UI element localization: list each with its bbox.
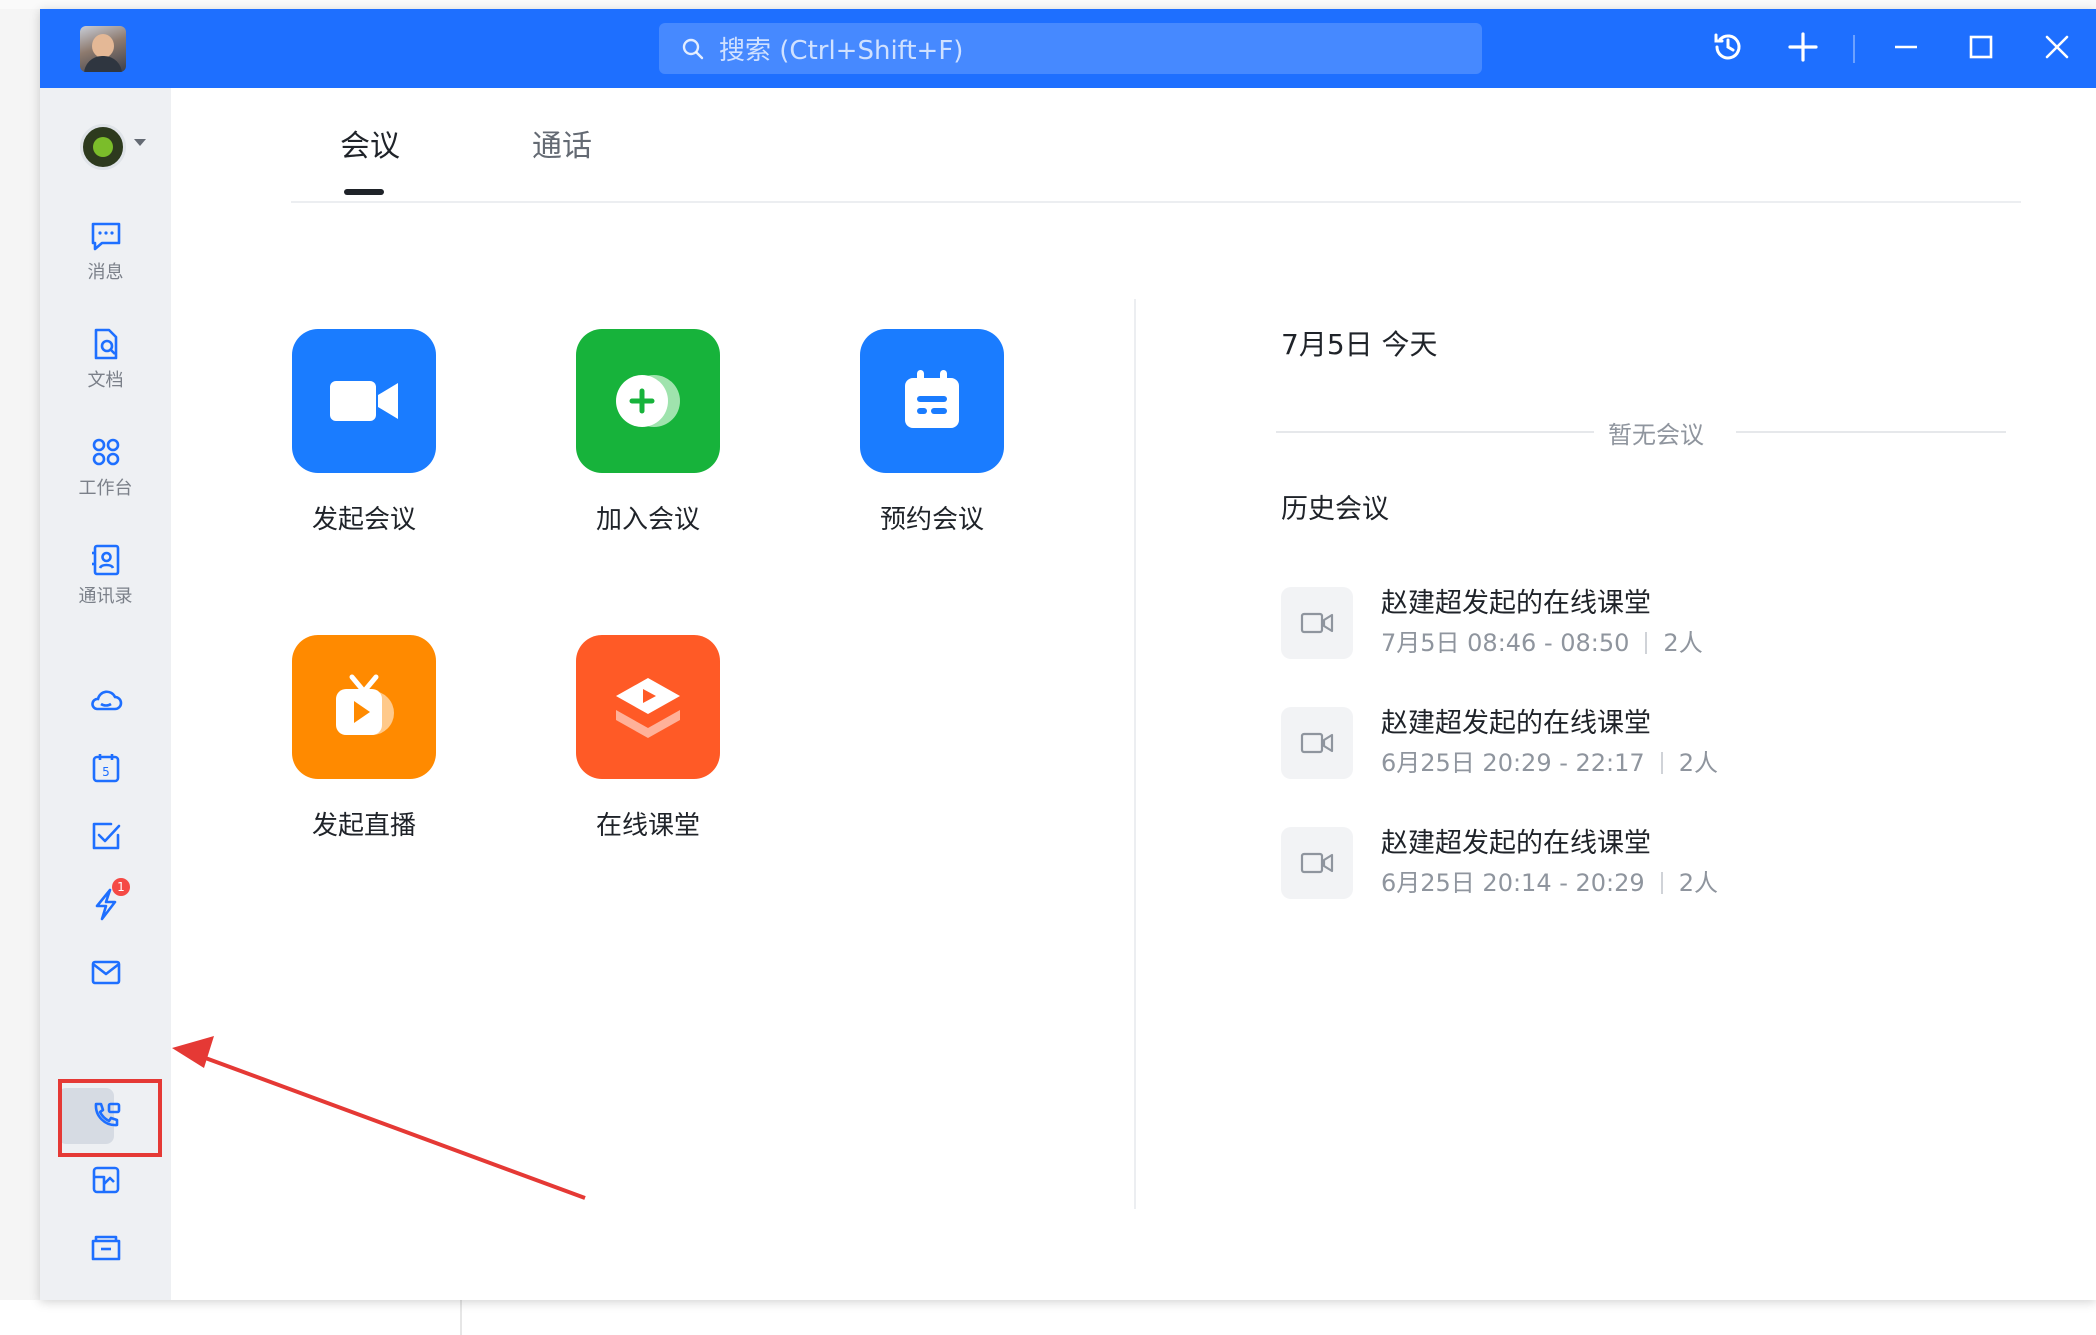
maximize-icon[interactable]: [1959, 25, 2003, 69]
workspace-logo[interactable]: [80, 124, 126, 170]
sidebar-item-label: 文档: [87, 370, 124, 391]
sidebar-item-calendar[interactable]: 5: [40, 750, 171, 786]
action-label: 在线课堂: [595, 811, 700, 841]
history-item-count: 2人: [1663, 629, 1703, 657]
svg-text:5: 5: [102, 765, 110, 779]
annotation-highlight-box: [58, 1079, 162, 1157]
history-item-meta: 7月5日 08:46 - 08:50 2人: [1381, 623, 1703, 658]
live-tv-icon: [336, 674, 394, 735]
plus-icon[interactable]: [1781, 25, 1825, 69]
online-class-button[interactable]: 在线课堂: [548, 635, 748, 842]
minimize-icon[interactable]: [1884, 25, 1928, 69]
title-bar: 搜索 (Ctrl+Shift+F): [40, 9, 2096, 88]
empty-schedule: 暂无会议: [1276, 409, 2006, 449]
sidebar-item-workbench[interactable]: 工作台: [40, 434, 171, 500]
history-icon[interactable]: [1706, 25, 1750, 69]
sidebar-item-docs[interactable]: 文档: [40, 326, 171, 392]
action-label: 加入会议: [595, 505, 700, 535]
mail-icon: [91, 960, 120, 985]
tab-bar: 会议 通话: [291, 121, 2021, 203]
classroom-icon: [616, 678, 680, 738]
history-item-time: 6月25日 20:14 - 20:29: [1381, 869, 1645, 897]
sidebar-item-label: 通讯录: [78, 586, 133, 607]
join-meeting-button[interactable]: 加入会议: [548, 329, 748, 536]
history-item-meta: 6月25日 20:29 - 22:17 2人: [1381, 743, 1718, 778]
grid-icon: [92, 438, 119, 466]
action-label: 预约会议: [879, 505, 984, 535]
empty-schedule-text: 暂无会议: [1608, 421, 1704, 449]
page-left-margin: [0, 9, 40, 1300]
history-item[interactable]: 赵建超发起的在线课堂 7月5日 08:46 - 08:50 2人: [1281, 581, 1881, 681]
board-icon: [92, 1166, 119, 1194]
calendar-icon: [905, 370, 959, 428]
history-item[interactable]: 赵建超发起的在线课堂 6月25日 20:14 - 20:29 2人: [1281, 821, 1881, 921]
tab-calls[interactable]: 通话: [532, 121, 592, 165]
sidebar-item-tasks[interactable]: [40, 818, 171, 854]
page-top-strip: [0, 0, 2096, 9]
sidebar-item-mail[interactable]: [40, 954, 171, 990]
sidebar-item-messages[interactable]: 消息: [40, 218, 171, 284]
video-icon: [1281, 587, 1353, 659]
history-item-title: 赵建超发起的在线课堂: [1381, 708, 1651, 739]
cloud-icon: [90, 690, 122, 711]
tab-meetings[interactable]: 会议: [340, 121, 400, 165]
sidebar: 消息 文档 工作台 通讯录 5 1: [40, 88, 171, 1300]
task-icon: [92, 822, 120, 850]
search-icon: [682, 38, 704, 59]
history-item[interactable]: 赵建超发起的在线课堂 6月25日 20:29 - 22:17 2人: [1281, 701, 1881, 801]
panel-divider: [1134, 299, 1136, 1209]
action-label: 发起直播: [311, 811, 416, 841]
join-icon: [616, 375, 680, 427]
folder-icon: [91, 1235, 120, 1261]
page-divider: [460, 1300, 462, 1335]
search-input[interactable]: 搜索 (Ctrl+Shift+F): [659, 23, 1482, 74]
history-item-count: 2人: [1678, 869, 1718, 897]
titlebar-separator: [1853, 35, 1855, 63]
calendar-icon: 5: [92, 754, 119, 783]
sidebar-item-contacts[interactable]: 通讯录: [40, 542, 171, 608]
sidebar-item-folder[interactable]: [40, 1230, 171, 1266]
action-label: 发起会议: [311, 505, 416, 535]
document-icon: [94, 328, 117, 360]
search-placeholder: 搜索 (Ctrl+Shift+F): [719, 36, 964, 66]
history-item-meta: 6月25日 20:14 - 20:29 2人: [1381, 863, 1718, 898]
contacts-icon: [91, 544, 119, 576]
start-live-button[interactable]: 发起直播: [264, 635, 464, 842]
active-tab-indicator: [344, 189, 384, 195]
history-item-count: 2人: [1678, 749, 1718, 777]
history-item-time: 7月5日 08:46 - 08:50: [1381, 629, 1630, 657]
message-icon: [91, 222, 120, 251]
start-meeting-button[interactable]: 发起会议: [264, 329, 464, 536]
today-heading: 7月5日 今天: [1281, 328, 1438, 361]
chevron-down-icon[interactable]: [133, 138, 147, 148]
sidebar-item-label: 消息: [87, 262, 124, 283]
user-avatar[interactable]: [80, 26, 126, 72]
sidebar-item-board[interactable]: [40, 1162, 171, 1198]
history-item-time: 6月25日 20:29 - 22:17: [1381, 749, 1645, 777]
history-heading: 历史会议: [1281, 494, 1389, 525]
app-window: 搜索 (Ctrl+Shift+F) 消息 文档 工作台 通讯录 5 1 会议 通…: [40, 9, 2096, 1300]
sidebar-item-cloud[interactable]: [40, 682, 171, 718]
video-camera-icon: [330, 381, 398, 421]
notification-badge: 1: [112, 878, 130, 896]
sidebar-item-label: 工作台: [78, 478, 133, 499]
history-item-title: 赵建超发起的在线课堂: [1381, 828, 1651, 859]
video-icon: [1281, 827, 1353, 899]
sidebar-item-quick[interactable]: 1: [40, 878, 171, 922]
history-item-title: 赵建超发起的在线课堂: [1381, 588, 1651, 619]
video-icon: [1281, 707, 1353, 779]
page-bottom-area: [0, 1300, 2096, 1335]
schedule-meeting-button[interactable]: 预约会议: [832, 329, 1032, 536]
close-icon[interactable]: [2035, 25, 2079, 69]
